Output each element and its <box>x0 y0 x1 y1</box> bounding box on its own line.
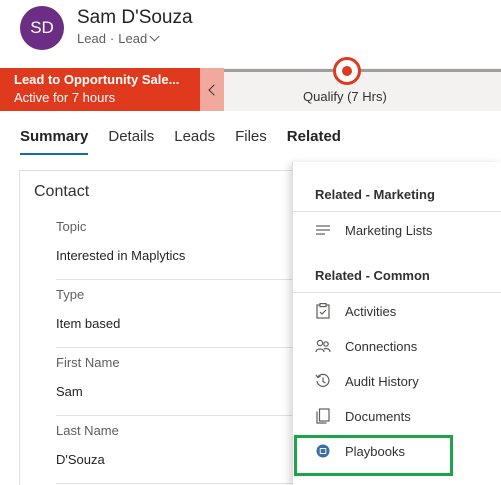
tab-summary[interactable]: Summary <box>20 128 89 155</box>
menu-item-activities[interactable]: Activities <box>293 296 501 326</box>
process-duration: Active for 7 hours <box>14 90 116 105</box>
entity-label: Lead <box>77 31 106 46</box>
form-selector-label: Lead <box>118 31 148 46</box>
stage-label[interactable]: Qualify (7 Hrs) <box>303 89 387 104</box>
active-process[interactable]: Lead to Opportunity Sale... Active for 7… <box>0 68 200 111</box>
menu-item-label: Marketing Lists <box>345 222 433 238</box>
process-track <box>224 69 501 72</box>
tab-bar: Summary Details Leads Files Related <box>20 128 361 155</box>
menu-divider <box>293 292 501 293</box>
clipboard-icon <box>315 303 331 319</box>
separator-dot: · <box>109 31 115 46</box>
menu-item-documents[interactable]: Documents <box>293 401 501 431</box>
menu-item-label: Audit History <box>345 373 419 389</box>
stage-marker-dot <box>342 66 352 76</box>
tab-leads[interactable]: Leads <box>174 128 215 155</box>
chevron-down-icon <box>149 31 160 42</box>
related-common-header: Related - Common <box>315 268 430 283</box>
menu-item-label: Connections <box>345 338 418 354</box>
record-header: SD Sam D'Souza Lead · Lead <box>0 0 501 68</box>
chevron-left-icon <box>207 83 220 96</box>
section-title: Contact <box>34 183 90 200</box>
menu-item-audit-history[interactable]: Audit History <box>293 366 501 396</box>
menu-item-label: Activities <box>345 303 397 319</box>
related-marketing-header: Related - Marketing <box>315 187 435 202</box>
documents-icon <box>315 408 331 424</box>
list-icon <box>315 222 331 238</box>
stage-marker-icon[interactable] <box>333 57 361 85</box>
tab-related[interactable]: Related <box>287 128 341 155</box>
history-icon <box>315 373 331 389</box>
form-selector[interactable]: Lead <box>118 31 160 46</box>
menu-item-label: Documents <box>345 408 411 424</box>
people-icon <box>315 338 331 354</box>
menu-divider <box>293 211 501 212</box>
playbooks-highlight <box>294 435 453 476</box>
menu-item-connections[interactable]: Connections <box>293 331 501 361</box>
avatar: SD <box>20 6 64 50</box>
tab-details[interactable]: Details <box>108 128 154 155</box>
menu-item-marketing-lists[interactable]: Marketing Lists <box>293 215 501 245</box>
process-name: Lead to Opportunity Sale... <box>14 72 180 87</box>
collapse-process-button[interactable] <box>200 68 224 111</box>
record-subtitle: Lead · Lead <box>77 31 160 46</box>
tab-files[interactable]: Files <box>235 128 267 155</box>
record-title: Sam D'Souza <box>77 7 193 28</box>
